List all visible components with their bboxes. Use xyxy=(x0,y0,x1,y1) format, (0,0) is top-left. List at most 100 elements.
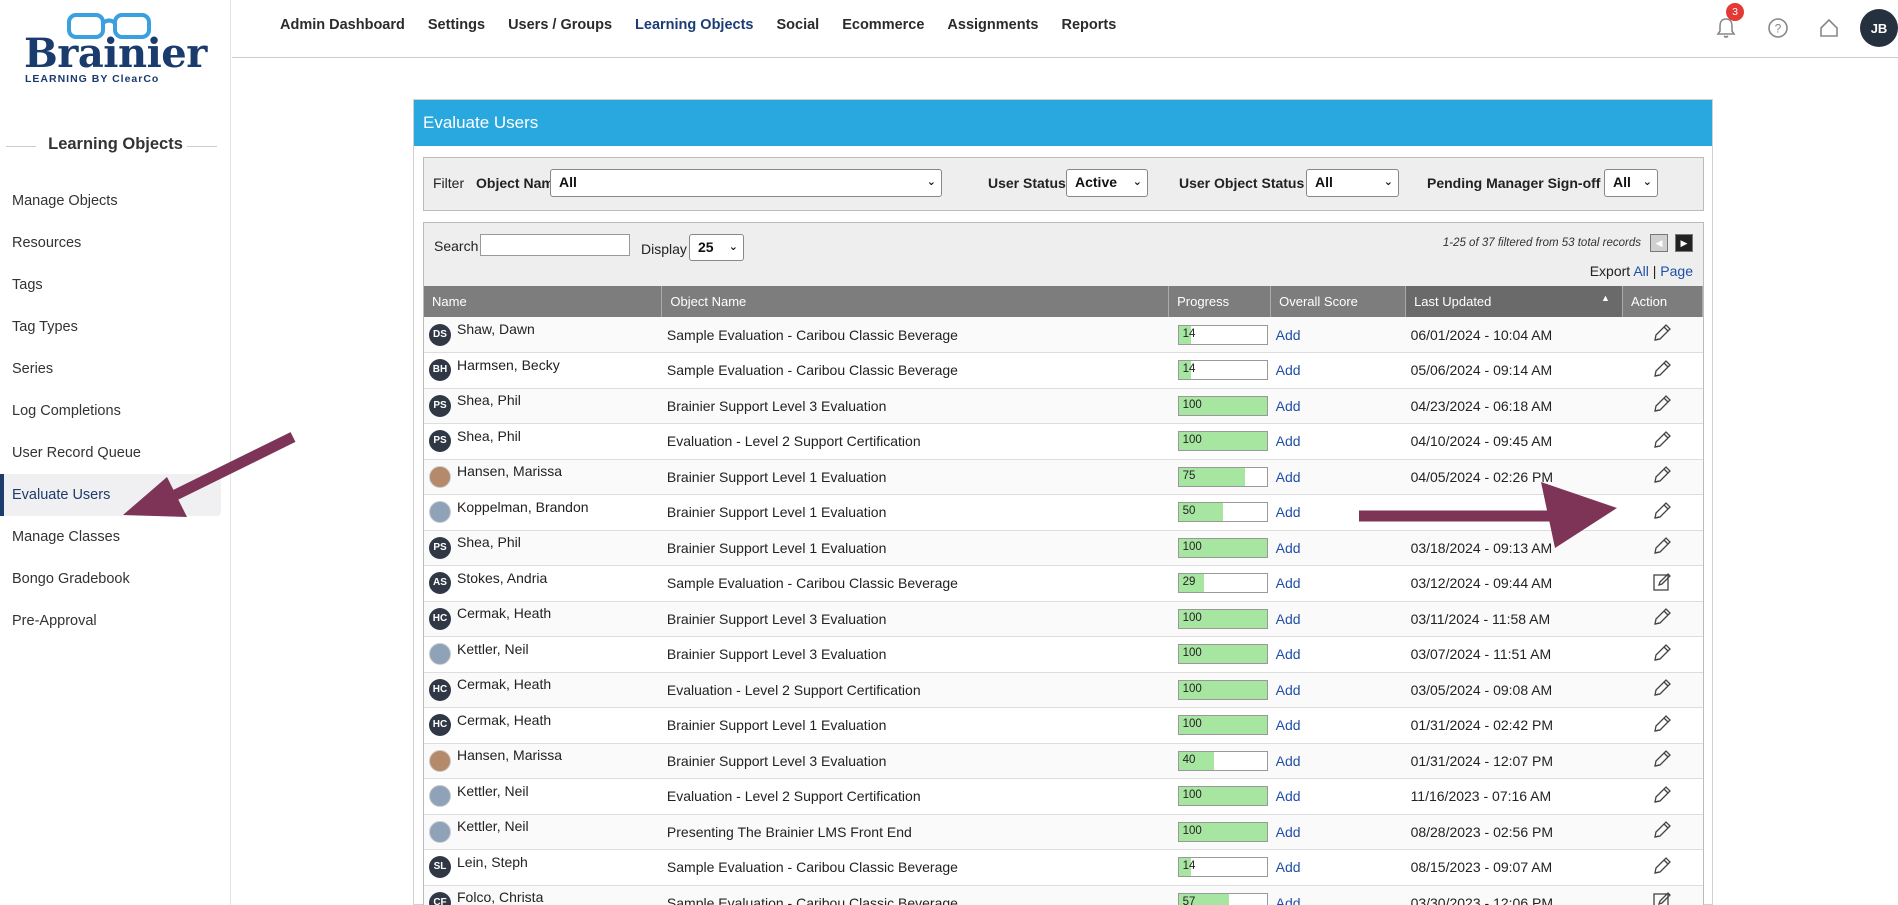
sidebar-item-series[interactable]: Series xyxy=(0,348,231,390)
pencil-icon[interactable] xyxy=(1651,393,1673,418)
display-count-select[interactable]: 25 ⌄ xyxy=(689,234,744,261)
table-row[interactable]: Kettler, Neil Evaluation - Level 2 Suppor… xyxy=(424,779,1703,815)
nav-settings[interactable]: Settings xyxy=(428,17,485,33)
search-label: Search xyxy=(434,238,479,254)
user-object-status-select[interactable]: All ⌄ xyxy=(1306,169,1399,197)
add-score-link[interactable]: Add xyxy=(1276,327,1301,343)
sidebar-item-bongo-gradebook[interactable]: Bongo Gradebook xyxy=(0,558,231,600)
sidebar-item-tag-types[interactable]: Tag Types xyxy=(0,306,231,348)
table-row[interactable]: Hansen, Marissa Brainier Support Level 3 … xyxy=(424,743,1703,779)
cell-last-updated: 06/01/2024 - 10:04 AM xyxy=(1410,326,1553,343)
table-row[interactable]: AS Stokes, Andria Sample Evaluation - Cari… xyxy=(424,566,1703,601)
prev-page-button[interactable]: ◀ xyxy=(1650,234,1668,252)
avatar-photo xyxy=(429,749,451,772)
cell-overall-score: Add xyxy=(1271,353,1406,389)
add-score-link[interactable]: Add xyxy=(1276,895,1301,905)
col-name[interactable]: Name xyxy=(424,286,663,317)
add-score-link[interactable]: Add xyxy=(1276,611,1301,627)
table-row[interactable]: PS Shea, Phil Brainier Support Level 3 Eva… xyxy=(424,388,1703,424)
pencil-icon[interactable] xyxy=(1651,358,1673,383)
cell-last-updated: 03/07/2024 - 11:51 AM xyxy=(1410,646,1552,663)
table-row[interactable]: HC Cermak, Heath Evaluation - Level 2 Supp… xyxy=(424,672,1703,708)
search-input[interactable] xyxy=(480,234,630,256)
next-page-button[interactable]: ▶ xyxy=(1675,234,1693,252)
add-score-link[interactable]: Add xyxy=(1276,469,1301,485)
user-status-select[interactable]: Active ⌄ xyxy=(1066,169,1148,197)
pencil-icon[interactable] xyxy=(1651,819,1673,844)
pencil-icon[interactable] xyxy=(1651,748,1673,773)
table-row[interactable]: BH Harmsen, Becky Sample Evaluation - Cari… xyxy=(424,353,1703,389)
table-row[interactable]: CF Folco, Christa Sample Evaluation - Cari… xyxy=(424,885,1703,905)
add-score-link[interactable]: Add xyxy=(1276,398,1301,414)
pencil-icon[interactable] xyxy=(1651,642,1673,667)
add-score-link[interactable]: Add xyxy=(1276,362,1301,378)
col-object-name[interactable]: Object Name xyxy=(661,286,1170,317)
pending-signoff-select[interactable]: All ⌄ xyxy=(1604,169,1658,197)
brainier-logo[interactable]: Brainier LEARNING BY ClearCo xyxy=(22,12,207,88)
table-row[interactable]: DS Shaw, Dawn Sample Evaluation - Caribou … xyxy=(424,317,1703,353)
sidebar-item-resources[interactable]: Resources xyxy=(0,222,231,264)
object-name-select[interactable]: All ⌄ xyxy=(550,169,942,197)
table-row[interactable]: PS Shea, Phil Evaluation - Level 2 Support… xyxy=(424,424,1703,459)
export-page-link[interactable]: Page xyxy=(1660,263,1693,279)
help-icon[interactable]: ? xyxy=(1764,14,1792,42)
add-score-link[interactable]: Add xyxy=(1276,824,1301,840)
col-last-updated[interactable]: Last Updated ▲ xyxy=(1405,286,1623,317)
cell-last-updated: 03/05/2024 - 09:08 AM xyxy=(1410,681,1553,698)
add-score-link[interactable]: Add xyxy=(1276,717,1301,733)
pencil-icon[interactable] xyxy=(1651,429,1673,454)
cell-action xyxy=(1622,530,1702,566)
export-all-link[interactable]: All xyxy=(1633,263,1649,279)
cell-overall-score: Add xyxy=(1271,814,1406,850)
pencil-icon[interactable] xyxy=(1651,535,1673,560)
nav-admin-dashboard[interactable]: Admin Dashboard xyxy=(280,17,405,33)
add-score-link[interactable]: Add xyxy=(1276,682,1301,698)
home-icon[interactable] xyxy=(1815,14,1843,42)
user-name: Cermak, Heath xyxy=(457,711,552,728)
pencil-icon[interactable] xyxy=(1651,464,1673,489)
nav-social[interactable]: Social xyxy=(776,17,819,33)
user-avatar[interactable]: JB xyxy=(1860,9,1898,47)
edit-box-icon[interactable] xyxy=(1651,890,1673,905)
pencil-icon[interactable] xyxy=(1651,677,1673,702)
nav-reports[interactable]: Reports xyxy=(1061,17,1116,33)
cell-name: Koppelman, Brandon xyxy=(424,495,662,531)
progress-bar: 100 xyxy=(1177,644,1268,665)
bell-icon[interactable]: 3 xyxy=(1712,3,1744,42)
pencil-icon[interactable] xyxy=(1651,606,1673,631)
sidebar-item-pre-approval[interactable]: Pre-Approval xyxy=(0,600,231,642)
table-row[interactable]: Kettler, Neil Brainier Support Level 3 Ev… xyxy=(424,637,1703,672)
sidebar-item-tags[interactable]: Tags xyxy=(0,264,231,306)
col-progress[interactable]: Progress xyxy=(1168,286,1272,317)
add-score-link[interactable]: Add xyxy=(1276,753,1301,769)
edit-box-icon[interactable] xyxy=(1651,571,1673,596)
cell-progress: 100 xyxy=(1169,779,1271,815)
nav-learning-objects[interactable]: Learning Objects xyxy=(635,17,753,33)
table-row[interactable]: HC Cermak, Heath Brainier Support Level 1 … xyxy=(424,708,1703,743)
add-score-link[interactable]: Add xyxy=(1276,646,1301,662)
cell-name: Hansen, Marissa xyxy=(424,459,662,495)
pencil-icon[interactable] xyxy=(1651,784,1673,809)
col-overall-score[interactable]: Overall Score xyxy=(1270,286,1407,317)
add-score-link[interactable]: Add xyxy=(1276,504,1301,520)
pencil-icon[interactable] xyxy=(1651,322,1673,347)
pencil-icon[interactable] xyxy=(1651,713,1673,738)
cell-last-updated: 08/28/2023 - 02:56 PM xyxy=(1410,823,1553,840)
table-row[interactable]: SL Lein, Steph Sample Evaluation - Caribou… xyxy=(424,850,1703,885)
add-score-link[interactable]: Add xyxy=(1276,575,1301,591)
sidebar-item-manage-objects[interactable]: Manage Objects xyxy=(0,180,231,222)
top-menu: Admin Dashboard Settings Users / Groups Lea… xyxy=(280,17,1139,33)
table-row[interactable]: HC Cermak, Heath Brainier Support Level 3 … xyxy=(424,601,1703,637)
add-score-link[interactable]: Add xyxy=(1276,540,1301,556)
pencil-icon[interactable] xyxy=(1651,855,1673,880)
avatar-photo xyxy=(429,785,451,808)
add-score-link[interactable]: Add xyxy=(1276,859,1301,875)
nav-ecommerce[interactable]: Ecommerce xyxy=(842,17,924,33)
pencil-icon[interactable] xyxy=(1651,500,1673,525)
add-score-link[interactable]: Add xyxy=(1276,433,1301,449)
nav-assignments[interactable]: Assignments xyxy=(947,17,1038,33)
nav-users-groups[interactable]: Users / Groups xyxy=(508,17,612,33)
export-label: Export xyxy=(1589,263,1631,279)
add-score-link[interactable]: Add xyxy=(1276,788,1301,804)
table-row[interactable]: Kettler, Neil Presenting The Brainier LMS… xyxy=(424,814,1703,850)
